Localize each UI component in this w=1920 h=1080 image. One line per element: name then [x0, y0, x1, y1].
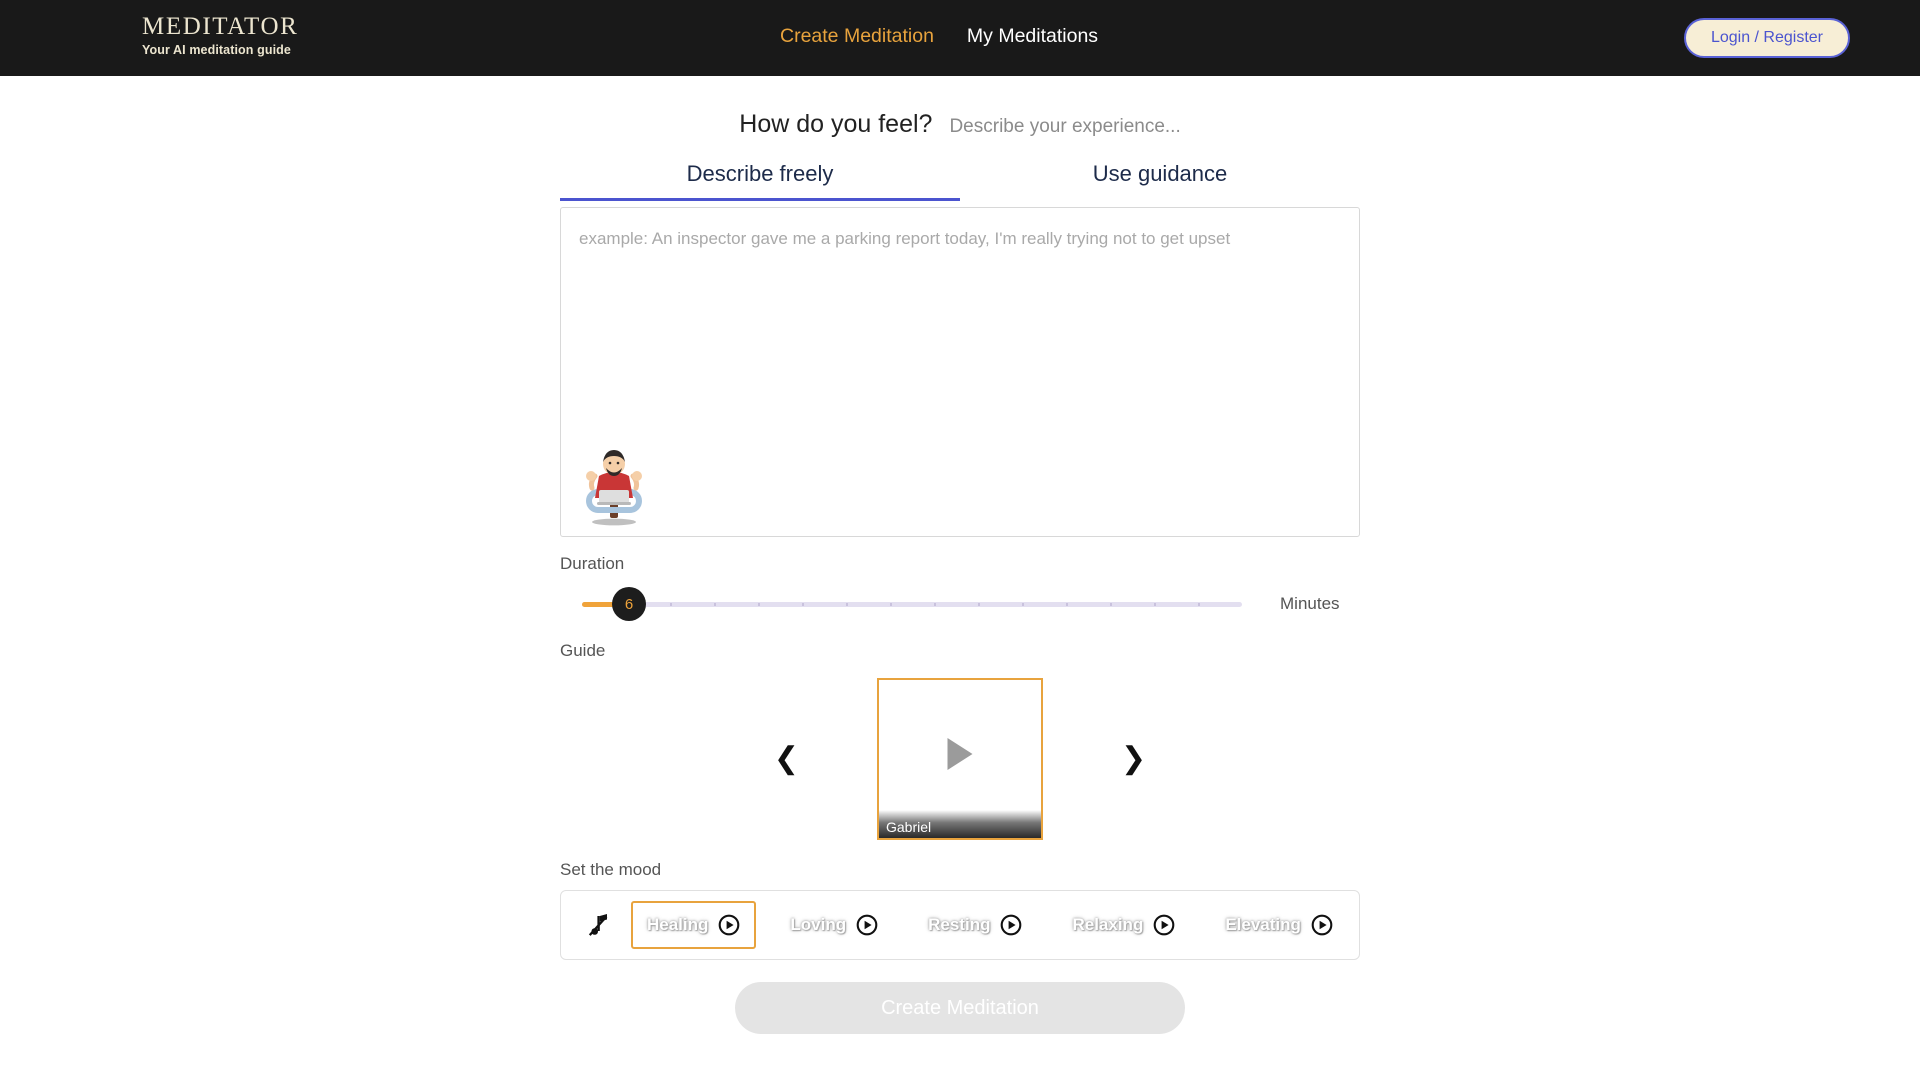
nav-link-create-meditation[interactable]: Create Meditation [780, 25, 934, 48]
tab-describe-freely[interactable]: Describe freely [560, 161, 960, 201]
mood-chip-label: Loving [790, 915, 847, 934]
mood-chip-label: Relaxing [1072, 915, 1144, 934]
duration-unit-label: Minutes [1280, 594, 1340, 613]
play-icon [947, 738, 973, 771]
brand-title: MEDITATOR [142, 13, 299, 40]
page-heading: How do you feel? Describe your experienc… [0, 110, 1920, 139]
create-meditation-button[interactable]: Create Meditation [735, 982, 1185, 1034]
mood-chip-relaxing[interactable]: Relaxing [1056, 901, 1191, 949]
mood-chip-loving[interactable]: Loving [774, 901, 894, 949]
mood-chip-label: Healing [647, 915, 709, 934]
mood-selector: Healing Loving Resting Relaxing Elevatin… [560, 890, 1360, 960]
cta-row: Create Meditation [560, 982, 1360, 1034]
guide-card-selected[interactable]: Gabriel [877, 678, 1043, 840]
login-register-button[interactable]: Login / Register [1683, 18, 1850, 58]
experience-textarea-placeholder: example: An inspector gave me a parking … [579, 229, 1231, 248]
input-mode-tabs: Describe freely Use guidance [560, 161, 1360, 201]
guide-carousel: ❮ Gabriel ❯ [560, 678, 1360, 840]
mood-chip-label: Resting [928, 915, 991, 934]
mood-chip-resting[interactable]: Resting [912, 901, 1038, 949]
experience-textarea[interactable]: example: An inspector gave me a parking … [560, 207, 1360, 537]
mood-chip-label: Elevating [1225, 915, 1301, 934]
duration-slider[interactable]: 6 [582, 587, 1242, 621]
tab-use-guidance[interactable]: Use guidance [960, 161, 1360, 201]
play-icon[interactable] [1000, 914, 1022, 936]
play-icon[interactable] [1153, 914, 1175, 936]
brand-subtitle: Your AI meditation guide [142, 43, 291, 58]
play-icon[interactable] [856, 914, 878, 936]
duration-label: Duration [560, 554, 625, 573]
app-header: MEDITATOR Your AI meditation guide Creat… [0, 0, 1920, 76]
mood-chip-elevating[interactable]: Elevating [1209, 901, 1349, 949]
guide-name-label: Gabriel [879, 810, 1041, 838]
page-title: How do you feel? [739, 110, 933, 138]
nav-link-my-meditations[interactable]: My Meditations [967, 25, 1098, 48]
play-icon[interactable] [1311, 914, 1333, 936]
chevron-left-icon[interactable]: ❮ [774, 744, 799, 774]
page-subtitle: Describe your experience... [949, 116, 1181, 137]
page-body: How do you feel? Describe your experienc… [0, 110, 1920, 1034]
music-note-muted-icon[interactable] [587, 911, 613, 939]
meditating-person-illustration [586, 450, 642, 526]
slider-thumb[interactable]: 6 [612, 587, 646, 621]
guide-label: Guide [560, 641, 606, 660]
main-nav: Create Meditation My Meditations [780, 25, 1098, 48]
duration-slider-row: 6 Minutes [560, 587, 1360, 621]
mood-label: Set the mood [560, 860, 662, 879]
mood-chip-healing[interactable]: Healing [631, 901, 757, 949]
brand-logo[interactable]: MEDITATOR Your AI meditation guide [142, 13, 299, 58]
play-icon[interactable] [718, 914, 740, 936]
slider-ticks [582, 602, 1242, 607]
chevron-right-icon[interactable]: ❯ [1121, 744, 1146, 774]
